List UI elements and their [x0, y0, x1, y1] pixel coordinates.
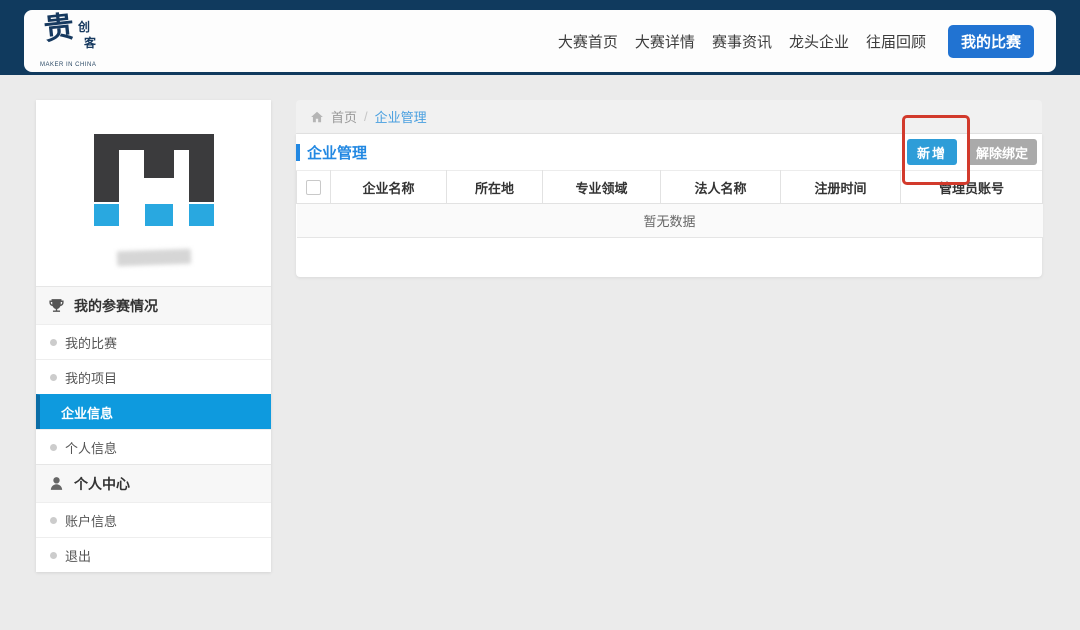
sidebar-item-label: 个人信息 — [65, 438, 117, 457]
breadcrumb-current[interactable]: 企业管理 — [375, 107, 427, 126]
enterprise-table: 企业名称 所在地 专业领域 法人名称 注册时间 管理员账号 暂无数据 — [296, 170, 1043, 238]
main-content: 首页 / 企业管理 企业管理 新增 解除绑定 企业名称 — [296, 100, 1042, 277]
sidebar-item-enterprise-info[interactable]: 企业信息 — [36, 394, 271, 429]
avatar-box — [36, 100, 271, 286]
panel-header: 企业管理 新增 解除绑定 — [296, 134, 1042, 170]
nav-link-event-news[interactable]: 赛事资讯 — [712, 31, 772, 52]
column-header-legal-person: 法人名称 — [661, 171, 781, 204]
nav-link-leading-enterprises[interactable]: 龙头企业 — [789, 31, 849, 52]
page-title: 企业管理 — [307, 142, 367, 163]
navbar-card: 贵 创 客 MAKER IN CHINA 大赛首页 大赛详情 赛事资讯 龙头企业… — [24, 10, 1056, 72]
site-logo[interactable]: 贵 创 客 MAKER IN CHINA — [40, 14, 118, 68]
table-header-row: 企业名称 所在地 专业领域 法人名称 注册时间 管理员账号 — [297, 171, 1043, 204]
nav-link-past-editions[interactable]: 往届回顾 — [866, 31, 926, 52]
logo-shape-blue-left — [94, 204, 119, 226]
bullet-icon — [50, 444, 57, 451]
title-marker-bar — [296, 144, 300, 161]
bullet-icon — [50, 517, 57, 524]
sidebar-item-personal-info[interactable]: 个人信息 — [36, 429, 271, 464]
sidebar-item-logout[interactable]: 退出 — [36, 537, 271, 572]
my-contest-button[interactable]: 我的比赛 — [948, 25, 1034, 58]
breadcrumb-home-link[interactable]: 首页 — [331, 107, 357, 126]
sidebar-item-my-projects[interactable]: 我的项目 — [36, 359, 271, 394]
column-header-field: 专业领域 — [543, 171, 661, 204]
sidebar-item-my-contests[interactable]: 我的比赛 — [36, 324, 271, 359]
logo-shape-blue-center — [145, 204, 173, 226]
sidebar-item-label: 企业信息 — [61, 403, 113, 422]
bullet-icon — [50, 374, 57, 381]
column-header-location: 所在地 — [447, 171, 543, 204]
logo-shape-center-leg — [144, 150, 174, 178]
redacted-username — [116, 249, 190, 267]
logo-shape-top — [94, 134, 214, 150]
trophy-icon — [48, 297, 65, 314]
company-logo — [94, 134, 214, 226]
home-icon — [310, 110, 324, 124]
sidebar-item-label: 我的比赛 — [65, 333, 117, 352]
sidebar-item-account-info[interactable]: 账户信息 — [36, 502, 271, 537]
logo-tagline: MAKER IN CHINA — [40, 62, 96, 68]
panel-action-buttons: 新增 解除绑定 — [907, 139, 1037, 165]
top-navbar: 贵 创 客 MAKER IN CHINA 大赛首页 大赛详情 赛事资讯 龙头企业… — [0, 0, 1080, 75]
column-header-register-time: 注册时间 — [781, 171, 901, 204]
nav-links: 大赛首页 大赛详情 赛事资讯 龙头企业 往届回顾 我的比赛 — [558, 25, 1034, 58]
bullet-icon — [50, 552, 57, 559]
column-header-admin-account: 管理员账号 — [901, 171, 1043, 204]
add-button[interactable]: 新增 — [907, 139, 957, 165]
select-all-checkbox[interactable] — [306, 180, 321, 195]
logo-text-bottom: 客 — [84, 34, 96, 51]
logo-shape-left-leg — [94, 150, 119, 202]
unbind-button[interactable]: 解除绑定 — [967, 139, 1037, 165]
empty-data-text: 暂无数据 — [297, 204, 1043, 238]
sidebar-item-label: 退出 — [65, 546, 91, 565]
checkbox-header-cell — [297, 171, 331, 204]
sidebar-item-label: 账户信息 — [65, 511, 117, 530]
sidebar-item-label: 我的项目 — [65, 368, 117, 387]
logo-mark-glyph: 贵 — [43, 13, 76, 46]
sidebar-section-label: 我的参赛情况 — [74, 296, 158, 316]
table-empty-row: 暂无数据 — [297, 204, 1043, 238]
sidebar: 我的参赛情况 我的比赛 我的项目 企业信息 个人信息 个人中心 账户信息 退出 — [36, 100, 271, 572]
sidebar-section-my-participation: 我的参赛情况 — [36, 286, 271, 324]
bullet-icon — [50, 339, 57, 346]
enterprise-management-panel: 企业管理 新增 解除绑定 企业名称 所在地 专业领域 法人名称 — [296, 134, 1042, 277]
column-header-enterprise-name: 企业名称 — [331, 171, 447, 204]
logo-text-top: 创 — [78, 18, 90, 35]
logo-shape-right-leg — [189, 150, 214, 202]
user-icon — [48, 475, 65, 492]
breadcrumb: 首页 / 企业管理 — [296, 100, 1042, 134]
nav-link-contest-home[interactable]: 大赛首页 — [558, 31, 618, 52]
logo-shape-blue-right — [189, 204, 214, 226]
breadcrumb-separator: / — [364, 109, 368, 124]
nav-link-contest-details[interactable]: 大赛详情 — [635, 31, 695, 52]
sidebar-section-personal-center: 个人中心 — [36, 464, 271, 502]
sidebar-section-label: 个人中心 — [74, 474, 130, 494]
